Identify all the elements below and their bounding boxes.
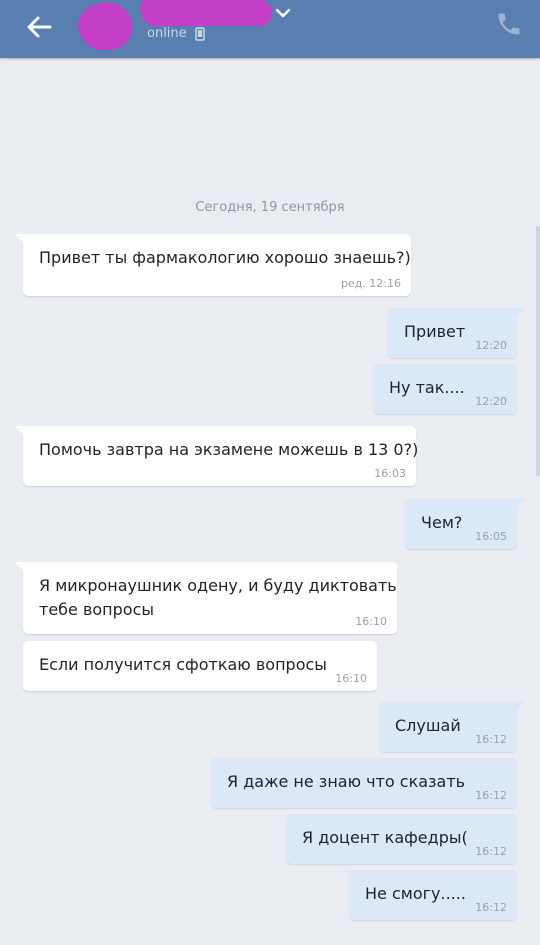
message-text: Помочь завтра на экзамене можешь в 13 0?… bbox=[39, 440, 419, 459]
message-time: 16:12 bbox=[475, 733, 507, 746]
message-time: 12:20 bbox=[475, 339, 507, 352]
message-time: 16:12 bbox=[475, 845, 507, 858]
date-separator: Сегодня, 19 сентября bbox=[195, 200, 345, 215]
message-time: 16:05 bbox=[475, 530, 507, 543]
message-outgoing[interactable]: Слушай 16:12 bbox=[379, 702, 525, 752]
back-button[interactable] bbox=[24, 12, 54, 42]
chevron-down-icon[interactable] bbox=[274, 6, 292, 20]
scroll-edge bbox=[536, 226, 540, 476]
top-bar: online bbox=[0, 0, 540, 58]
message-time: ред. 12:16 bbox=[340, 277, 401, 290]
bubble-tail bbox=[511, 499, 525, 513]
message-incoming[interactable]: Помочь завтра на экзамене можешь в 13 0?… bbox=[15, 426, 419, 486]
bubble-tail bbox=[15, 426, 29, 440]
message-outgoing[interactable]: Ну так.... 12:20 bbox=[373, 364, 517, 414]
message-incoming[interactable]: Я микронаушник одену, и буду диктовать т… bbox=[15, 562, 397, 634]
message-text: Привет ты фармакологию хорошо знаешь?) bbox=[39, 248, 411, 267]
message-text: Привет bbox=[404, 322, 466, 341]
bubble-tail bbox=[511, 308, 525, 322]
message-text: Я микронаушник одену, и буду диктовать т… bbox=[39, 576, 397, 619]
message-text: Не смогу..... bbox=[365, 884, 466, 903]
phone-icon[interactable] bbox=[495, 10, 523, 38]
message-outgoing[interactable]: Не смогу..... 16:12 bbox=[349, 870, 517, 920]
contact-name-redacted[interactable] bbox=[140, 0, 272, 26]
bubble-tail bbox=[511, 702, 525, 716]
bubble-tail bbox=[15, 562, 29, 576]
message-time: 16:03 bbox=[374, 467, 406, 480]
contact-status: online bbox=[147, 26, 187, 41]
message-time: 12:20 bbox=[475, 395, 507, 408]
message-text: Ну так.... bbox=[389, 378, 465, 397]
message-time: 16:12 bbox=[475, 789, 507, 802]
avatar[interactable] bbox=[78, 2, 132, 50]
message-text: Я даже не знаю что сказать bbox=[227, 772, 466, 791]
message-incoming[interactable]: Привет ты фармакологию хорошо знаешь?) р… bbox=[15, 234, 411, 296]
message-outgoing[interactable]: Я даже не знаю что сказать 16:12 bbox=[211, 758, 517, 808]
message-time: 16:10 bbox=[335, 672, 367, 685]
message-outgoing[interactable]: Я доцент кафедры( 16:12 bbox=[286, 814, 517, 864]
mobile-device-icon bbox=[195, 27, 205, 41]
message-text: Чем? bbox=[421, 513, 463, 532]
message-outgoing[interactable]: Чем? 16:05 bbox=[405, 499, 525, 549]
message-outgoing[interactable]: Привет 12:20 bbox=[388, 308, 525, 358]
bubble-tail bbox=[15, 234, 29, 248]
message-text: Если получится сфоткаю вопросы bbox=[39, 655, 327, 674]
message-text: Я доцент кафедры( bbox=[302, 828, 468, 847]
message-text: Слушай bbox=[395, 716, 461, 735]
message-time: 16:12 bbox=[475, 901, 507, 914]
message-time: 16:10 bbox=[355, 615, 387, 628]
message-incoming[interactable]: Если получится сфоткаю вопросы 16:10 bbox=[23, 641, 377, 691]
arrow-left-icon bbox=[27, 16, 52, 38]
